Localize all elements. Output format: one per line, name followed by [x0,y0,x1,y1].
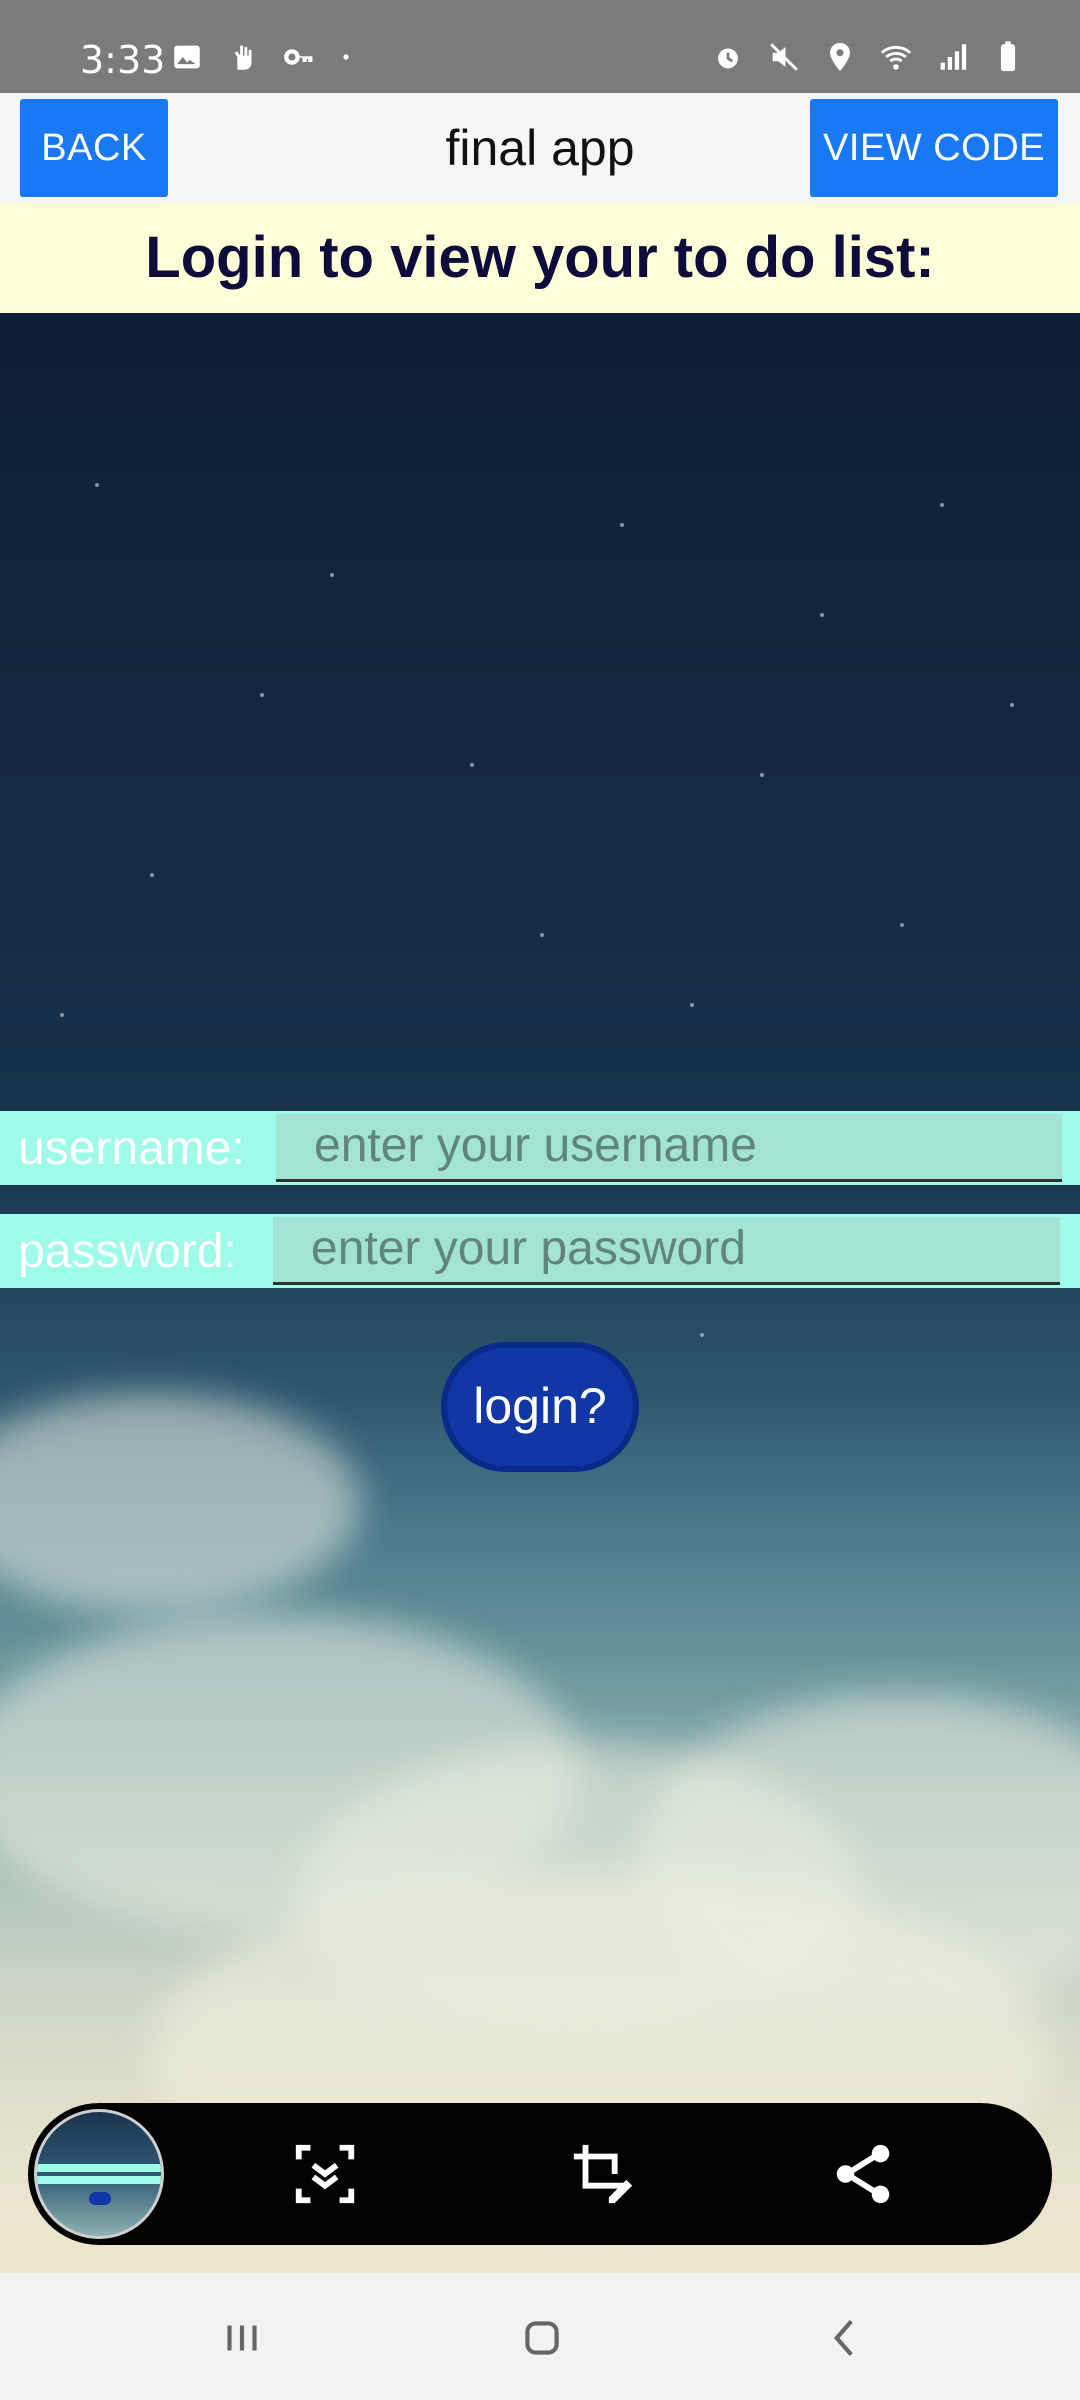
recents-icon[interactable] [212,2313,272,2363]
system-nav-bar [0,2273,1080,2400]
screenshot-thumbnail[interactable] [34,2109,164,2239]
app-header: final app BACK VIEW CODE [0,93,1080,203]
hand-icon [234,45,252,70]
password-label: password: [18,1224,237,1278]
status-bar: 3:33 [0,0,1080,93]
back-nav-icon[interactable] [815,2313,875,2363]
image-icon [174,45,200,69]
password-row: password: enter your password [0,1214,1080,1288]
scroll-capture-icon[interactable] [290,2139,360,2209]
battery-icon [1000,41,1016,72]
mute-icon [770,43,798,71]
crop-edit-icon[interactable] [568,2139,638,2209]
wifi-icon [880,45,912,70]
screenshot-toolbar [28,2103,1052,2245]
alarm-icon [718,48,738,69]
view-code-button[interactable]: VIEW CODE [810,99,1058,197]
username-input[interactable]: enter your username [276,1114,1062,1182]
share-icon[interactable] [828,2139,898,2209]
location-icon [830,42,850,72]
back-button[interactable]: BACK [20,99,168,197]
username-label: username: [18,1121,245,1175]
signal-icon [940,44,967,70]
background-image [0,313,1080,2273]
login-button[interactable]: login? [441,1342,639,1472]
username-row: username: enter your username [0,1111,1080,1185]
dot-icon [343,54,349,60]
status-time: 3:33 [80,38,166,82]
password-input[interactable]: enter your password [273,1217,1060,1285]
page-heading: Login to view your to do list: [0,203,1080,313]
key-icon [284,49,313,65]
home-icon[interactable] [512,2313,572,2363]
